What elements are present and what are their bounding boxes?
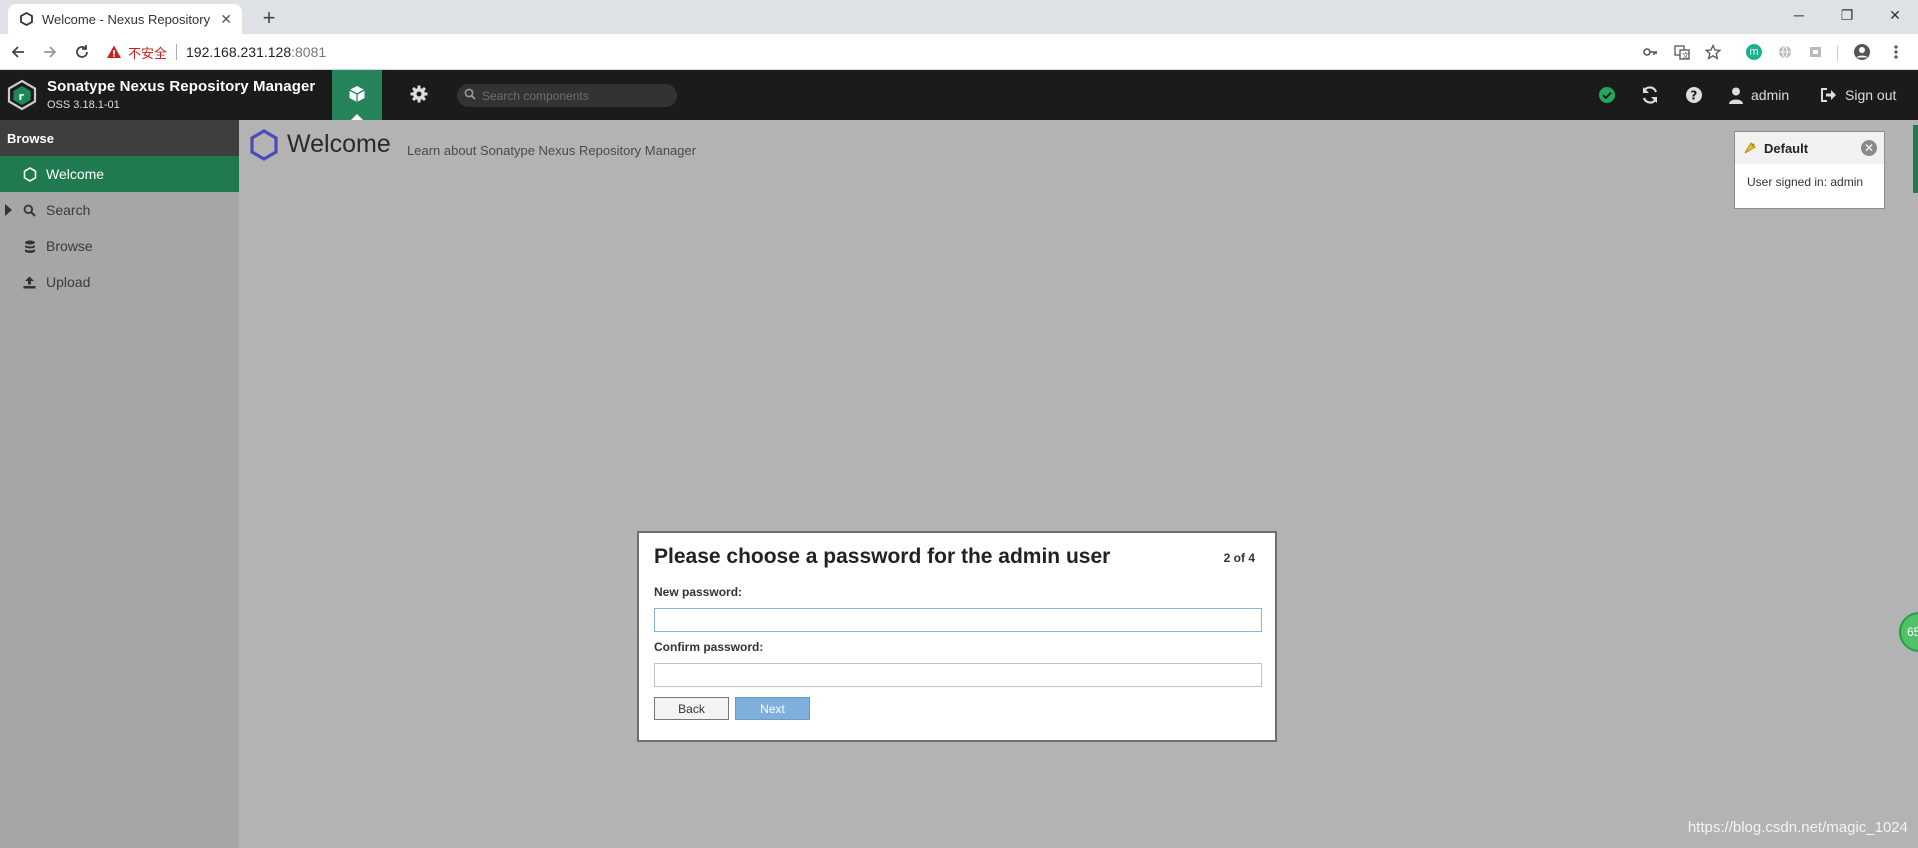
restore-button[interactable]: ❐ <box>1824 0 1870 30</box>
confirm-password-label: Confirm password: <box>654 640 764 654</box>
sidebar-item-label: Search <box>46 202 91 218</box>
search-icon <box>22 203 37 218</box>
nexus-favicon-icon <box>18 11 34 27</box>
extension-globe-icon[interactable] <box>1775 42 1795 62</box>
address-bar[interactable]: 不安全 192.168.231.128 :8081 <box>106 37 1666 67</box>
notification-close-icon[interactable]: ✕ <box>1861 140 1877 156</box>
gear-icon <box>410 85 428 106</box>
window-close-button[interactable]: ✕ <box>1872 0 1918 30</box>
sidebar-item-welcome[interactable]: Welcome <box>0 156 239 192</box>
refresh-icon[interactable] <box>1639 84 1661 106</box>
sidebar-header: Browse <box>0 120 239 156</box>
search-icon <box>464 88 476 103</box>
sidebar: Browse Welcome Search Browse Upload <box>0 120 239 848</box>
extension-puzzle-icon[interactable] <box>1806 42 1826 62</box>
product-version: OSS 3.18.1-01 <box>47 99 120 111</box>
new-tab-button[interactable]: + <box>255 4 283 32</box>
notification-edge <box>1913 125 1918 193</box>
browse-mode-button[interactable] <box>332 70 382 120</box>
cube-icon <box>348 85 366 106</box>
tab-close-icon[interactable]: ✕ <box>220 11 232 28</box>
new-password-label: New password: <box>654 585 743 599</box>
sign-out-button[interactable]: Sign out <box>1820 84 1896 106</box>
username-label: admin <box>1751 87 1790 103</box>
password-setup-dialog: Please choose a password for the admin u… <box>637 531 1277 742</box>
forward-arrow-icon[interactable] <box>36 38 64 66</box>
warning-icon <box>106 44 122 60</box>
back-button[interactable]: Back <box>654 697 729 720</box>
sidebar-item-label: Welcome <box>46 166 105 182</box>
bookmark-star-icon[interactable] <box>1703 42 1723 62</box>
sign-out-label: Sign out <box>1845 87 1897 103</box>
toolbar-divider <box>1837 45 1838 61</box>
sign-out-icon <box>1820 87 1837 103</box>
url-host: 192.168.231.128 <box>186 44 292 60</box>
nexus-logo-icon: r <box>6 79 38 111</box>
product-name: Sonatype Nexus Repository Manager <box>47 78 316 95</box>
notification-title: Default <box>1764 140 1809 156</box>
dialog-title: Please choose a password for the admin u… <box>654 545 1111 568</box>
sign-in-notification-icon <box>1743 141 1757 155</box>
notification-message: User signed in: admin <box>1747 175 1864 189</box>
notification-toast: Default ✕ User signed in: admin <box>1734 131 1885 209</box>
sidebar-item-browse[interactable]: Browse <box>0 228 239 264</box>
expand-arrow-icon[interactable] <box>5 204 12 216</box>
welcome-hexagon-icon <box>249 129 279 161</box>
next-button[interactable]: Next <box>735 697 810 720</box>
search-input[interactable] <box>482 88 662 103</box>
confirm-password-field[interactable] <box>654 663 1262 687</box>
reload-icon[interactable] <box>68 38 96 66</box>
back-arrow-icon[interactable] <box>4 38 32 66</box>
component-search[interactable] <box>457 84 677 107</box>
extension-m-icon[interactable]: m <box>1744 42 1764 62</box>
user-icon <box>1729 87 1743 104</box>
url-port: :8081 <box>291 44 327 60</box>
sidebar-item-upload[interactable]: Upload <box>0 264 239 300</box>
sidebar-item-label: Upload <box>46 274 91 290</box>
database-icon <box>22 239 37 254</box>
nexus-brand: Sonatype Nexus Repository Manager OSS 3.… <box>47 78 315 111</box>
upload-icon <box>22 275 37 290</box>
svg-text:文: 文 <box>1682 51 1689 60</box>
help-icon[interactable]: ? <box>1683 84 1705 106</box>
profile-icon[interactable] <box>1852 42 1872 62</box>
user-menu[interactable]: admin <box>1729 84 1789 106</box>
key-icon[interactable] <box>1640 42 1660 62</box>
browser-tabstrip: Welcome - Nexus Repository M ✕ + ─ ❐ ✕ <box>0 0 1918 34</box>
page-subtitle: Learn about Sonatype Nexus Repository Ma… <box>407 143 697 158</box>
sidebar-item-search[interactable]: Search <box>0 192 239 228</box>
browser-menu-icon[interactable] <box>1886 42 1906 62</box>
watermark: https://blog.csdn.net/magic_1024 <box>1687 819 1908 836</box>
nexus-header: r Sonatype Nexus Repository Manager OSS … <box>0 70 1918 120</box>
translate-icon[interactable]: 文 <box>1672 42 1692 62</box>
page-title: Welcome <box>287 130 391 158</box>
address-separator <box>176 44 178 60</box>
browser-tab[interactable]: Welcome - Nexus Repository M ✕ <box>8 4 242 34</box>
svg-text:r: r <box>19 90 25 103</box>
system-status-check-icon[interactable] <box>1596 84 1618 106</box>
notification-header: Default ✕ <box>1735 132 1884 164</box>
administration-mode-button[interactable] <box>394 70 444 120</box>
minimize-button[interactable]: ─ <box>1776 0 1822 30</box>
security-indicator[interactable]: 不安全 <box>128 43 167 62</box>
new-password-field[interactable] <box>654 608 1262 632</box>
browser-toolbar: 不安全 192.168.231.128 :8081 文 m <box>0 34 1918 70</box>
tab-title: Welcome - Nexus Repository M <box>42 11 215 27</box>
wizard-step-indicator: 2 of 4 <box>1223 551 1255 565</box>
sidebar-item-label: Browse <box>46 238 93 254</box>
hexagon-icon <box>22 167 37 182</box>
svg-text:?: ? <box>1690 89 1697 103</box>
